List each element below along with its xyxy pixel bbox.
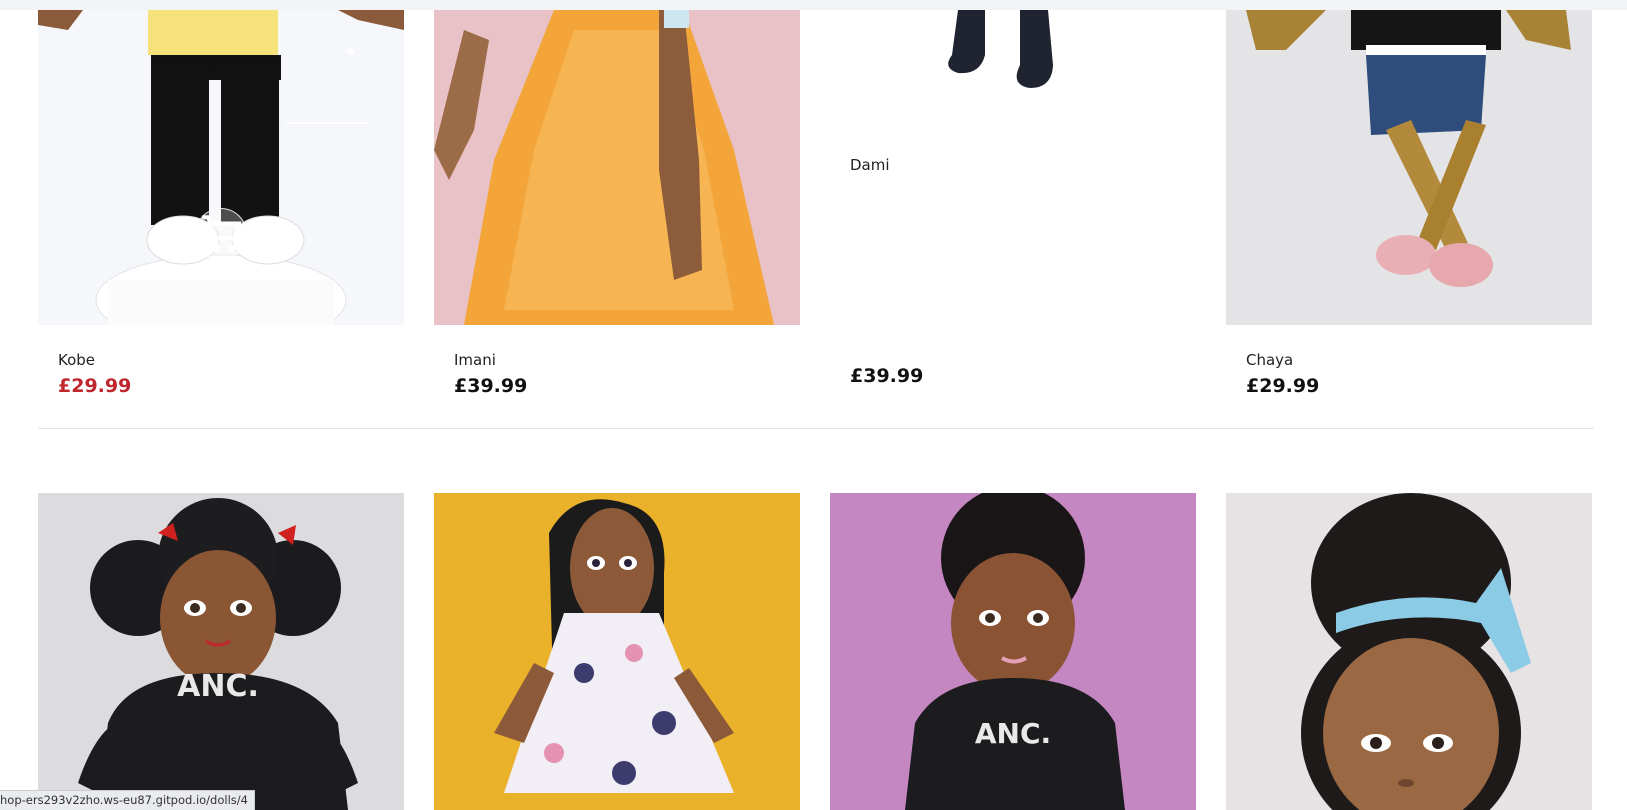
product-grid-row-2: ANC. ANC. bbox=[38, 493, 1594, 810]
hoodie-print: ANC. bbox=[975, 717, 1051, 750]
product-image-kobe[interactable]: ✦ bbox=[38, 10, 404, 325]
product-image[interactable] bbox=[1226, 493, 1592, 810]
link-preview-status-bar: hop-ers293v2zho.ws-eu87.gitpod.io/dolls/… bbox=[0, 790, 255, 810]
row-divider bbox=[38, 428, 1594, 429]
header-edge bbox=[0, 0, 1627, 10]
cart-icon bbox=[202, 215, 242, 253]
product-price: £39.99 bbox=[454, 375, 528, 397]
product-image-chaya[interactable] bbox=[1226, 10, 1592, 325]
product-image[interactable]: ANC. bbox=[830, 493, 1196, 810]
product-name[interactable]: Imani bbox=[454, 351, 800, 369]
product-image-dami[interactable] bbox=[830, 10, 1196, 130]
add-to-cart-button[interactable] bbox=[195, 208, 247, 260]
product-card-dami[interactable]: Dami £39.99 bbox=[830, 10, 1196, 397]
product-image[interactable]: ANC. bbox=[38, 493, 404, 810]
product-image-imani[interactable] bbox=[434, 10, 800, 325]
product-grid-row-1: ✦ Kobe £29.99 Imani £39.99 Dami £39.99 C… bbox=[38, 10, 1594, 397]
product-name[interactable]: Chaya bbox=[1246, 351, 1592, 369]
hoodie-print: ANC. bbox=[177, 669, 259, 704]
product-name[interactable]: Dami bbox=[850, 156, 1196, 174]
product-card[interactable] bbox=[1226, 493, 1592, 810]
product-price: £29.99 bbox=[1246, 375, 1320, 397]
product-card[interactable]: ANC. bbox=[830, 493, 1196, 810]
product-card-imani[interactable]: Imani £39.99 bbox=[434, 10, 800, 397]
sparkle-icon: ✦ bbox=[344, 44, 358, 61]
product-card-kobe[interactable]: ✦ Kobe £29.99 bbox=[38, 10, 404, 397]
product-name[interactable]: Kobe bbox=[58, 351, 404, 369]
product-listing-page: ✦ Kobe £29.99 Imani £39.99 Dami £39.99 C… bbox=[0, 0, 1627, 810]
product-price-sale: £29.99 bbox=[58, 375, 132, 397]
product-card[interactable] bbox=[434, 493, 800, 810]
product-price: £39.99 bbox=[850, 365, 924, 387]
product-card-chaya[interactable]: Chaya £29.99 bbox=[1226, 10, 1592, 397]
product-image[interactable] bbox=[434, 493, 800, 810]
product-card[interactable]: ANC. bbox=[38, 493, 404, 810]
